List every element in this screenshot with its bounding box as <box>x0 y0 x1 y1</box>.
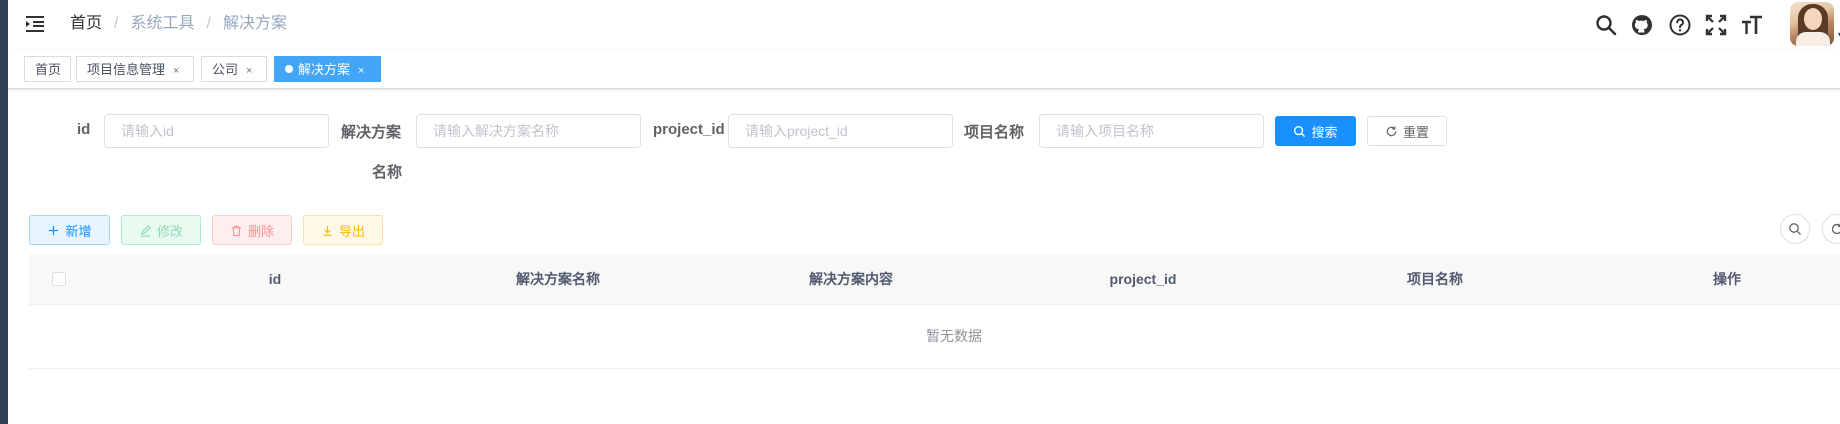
export-button-label: 导出 <box>338 223 365 239</box>
column-header-project-name: 项目名称 <box>1407 271 1463 287</box>
refresh-icon <box>1831 223 1840 235</box>
id-label: id <box>77 121 91 138</box>
tag-company[interactable]: 公司 × <box>201 56 267 82</box>
github-icon[interactable] <box>1630 13 1654 37</box>
tags-view: 首页 项目信息管理 × 公司 × 解决方案 × <box>8 50 1840 89</box>
table-body: 暂无数据 <box>29 304 1840 369</box>
column-header-project-id: project_id <box>1109 271 1177 287</box>
project-name-input[interactable] <box>1039 114 1264 148</box>
hamburger-icon[interactable] <box>24 13 46 35</box>
delete-button[interactable]: 删除 <box>212 215 292 245</box>
breadcrumb-current: 解决方案 <box>222 15 287 32</box>
download-icon <box>323 225 332 236</box>
search-icon <box>1789 223 1801 235</box>
plus-icon <box>49 225 59 235</box>
add-button-label: 新增 <box>65 223 92 239</box>
breadcrumb-separator: / <box>114 15 119 32</box>
font-size-icon[interactable] <box>1740 13 1764 37</box>
add-button[interactable]: 新增 <box>29 215 110 245</box>
column-header-actions: 操作 <box>1713 271 1741 287</box>
tag-label: 公司 <box>212 62 239 77</box>
edit-button-label: 修改 <box>156 223 183 239</box>
sidebar-edge <box>0 0 8 424</box>
project-name-label: 项目名称 <box>964 124 1025 141</box>
column-header-solution-content: 解决方案内容 <box>809 271 893 287</box>
tag-label: 解决方案 <box>298 62 351 77</box>
breadcrumb-separator: / <box>206 15 211 32</box>
toggle-search-button[interactable] <box>1780 214 1810 244</box>
empty-text: 暂无数据 <box>926 328 982 344</box>
column-header-id: id <box>268 271 282 287</box>
tag-project-info[interactable]: 项目信息管理 × <box>76 56 194 82</box>
tag-solution[interactable]: 解决方案 × <box>274 56 381 82</box>
search-button[interactable]: 搜索 <box>1275 116 1356 146</box>
edit-button[interactable]: 修改 <box>121 215 201 245</box>
close-icon[interactable]: × <box>246 58 252 84</box>
app-main: 首页/系统工具/解决方案 ▾ 首页 项目信息管理× 公司× <box>8 0 1840 424</box>
active-dot-icon <box>285 65 293 73</box>
solution-name-label: 解决方案 <box>341 124 402 141</box>
edit-icon <box>140 224 151 237</box>
search-icon[interactable] <box>1594 13 1618 37</box>
breadcrumb-system-tools: 系统工具 <box>130 15 195 32</box>
tag-label: 项目信息管理 <box>87 62 166 77</box>
navbar: 首页/系统工具/解决方案 ▾ <box>8 0 1840 50</box>
close-icon[interactable]: × <box>173 58 179 84</box>
delete-button-label: 删除 <box>247 223 274 239</box>
tag-label: 首页 <box>35 62 62 77</box>
reset-button[interactable]: 重置 <box>1367 116 1447 146</box>
table-header: id 解决方案名称 解决方案内容 project_id 项目名称 操作 <box>29 254 1840 305</box>
breadcrumb-home[interactable]: 首页 <box>70 14 102 34</box>
export-button[interactable]: 导出 <box>303 215 383 245</box>
solution-name-label-cont: 名称 <box>372 164 403 181</box>
close-icon[interactable]: × <box>358 58 364 84</box>
search-button-label: 搜索 <box>1311 124 1338 140</box>
avatar[interactable] <box>1790 2 1834 46</box>
refresh-icon <box>1386 125 1397 136</box>
fullscreen-icon[interactable] <box>1704 13 1728 37</box>
search-icon <box>1294 125 1306 137</box>
id-input[interactable] <box>104 114 329 148</box>
trash-icon <box>231 225 242 236</box>
project-id-input[interactable] <box>728 114 953 148</box>
question-icon[interactable] <box>1668 13 1692 37</box>
tag-home[interactable]: 首页 <box>24 56 71 82</box>
solution-name-input[interactable] <box>416 114 641 148</box>
project-id-label: project_id <box>653 121 725 138</box>
reset-button-label: 重置 <box>1402 124 1429 140</box>
refresh-button[interactable] <box>1822 214 1840 244</box>
breadcrumb: 首页 / 系统工具 / 解决方案 <box>70 14 287 34</box>
column-header-solution-name: 解决方案名称 <box>516 271 600 287</box>
select-all-checkbox[interactable] <box>52 272 66 286</box>
